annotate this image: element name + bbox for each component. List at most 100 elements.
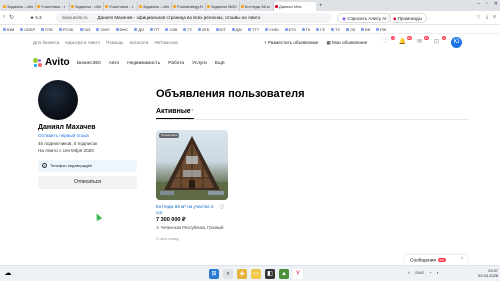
bookmark-item[interactable]: ЛЗ bbox=[346, 25, 355, 33]
menu-icon[interactable]: ≡ bbox=[493, 14, 496, 20]
profile-name: Даниял Махачев bbox=[38, 124, 96, 131]
nav-more[interactable]: Ещё bbox=[215, 61, 225, 66]
avito-top-line: Для бизнеса Карьера в Авито Помощь Катал… bbox=[0, 36, 500, 50]
cart-icon[interactable]: ⊡ 4 bbox=[432, 36, 446, 47]
minimize-icon[interactable]: – bbox=[477, 1, 480, 7]
bookmark-item[interactable]: ГУ bbox=[183, 25, 192, 33]
bookmark-icon[interactable]: ☆ bbox=[476, 14, 480, 20]
unsubscribe-button[interactable]: Отписаться bbox=[38, 176, 137, 189]
bookmark-item[interactable]: ГЕ bbox=[316, 25, 325, 33]
volume-icon[interactable]: ◖ bbox=[436, 270, 438, 275]
page-title: Объявления пользователя bbox=[156, 88, 305, 100]
top-link-business[interactable]: Для бизнеса bbox=[33, 40, 59, 45]
bookmark-item[interactable]: УНЮ bbox=[265, 25, 278, 33]
browser-tab[interactable]: Fotostrategy.R bbox=[172, 2, 206, 11]
avito-logo[interactable]: Avito bbox=[33, 57, 70, 68]
nav-jobs[interactable]: Работа bbox=[168, 61, 184, 66]
new-tab-button[interactable]: + bbox=[316, 2, 326, 11]
nav-realty[interactable]: Недвижимость bbox=[127, 61, 160, 66]
bookmark-item[interactable]: ТУ bbox=[331, 25, 340, 33]
system-tray: ˄ ENG ◔ ◖ bbox=[408, 270, 439, 275]
top-link-catalogs[interactable]: Каталоги bbox=[129, 40, 148, 45]
address-bar[interactable]: www.avito.ru Даниял Махачев - официальная… bbox=[56, 13, 331, 23]
wifi-icon[interactable]: ◔ bbox=[429, 270, 431, 275]
bookmark-item[interactable]: ЮТ bbox=[216, 25, 226, 33]
bookmark-item[interactable]: ТТТ bbox=[248, 25, 259, 33]
file-explorer-icon[interactable]: ▭ bbox=[251, 269, 261, 279]
bookmark-item[interactable]: ГПБ bbox=[41, 25, 53, 33]
bookmark-item[interactable]: ПТ bbox=[150, 25, 159, 33]
bookmark-item[interactable]: ДМ bbox=[232, 25, 242, 33]
listing-photo[interactable]: Промоушен bbox=[156, 130, 228, 200]
phone-verified-badge: ✓ Телефон подтверждён bbox=[38, 160, 137, 172]
app-icon[interactable]: ◧ bbox=[265, 269, 275, 279]
widgets-icon[interactable]: ◈ bbox=[237, 269, 247, 279]
favicon-icon bbox=[71, 5, 74, 8]
maximize-icon[interactable]: ▫ bbox=[486, 1, 488, 7]
ask-alice-button[interactable]: ◉ Спросить Алису AI bbox=[337, 13, 392, 23]
subscribers-count[interactable]: 46 подписчиков, 0 подписок bbox=[38, 141, 97, 146]
nav-services[interactable]: Услуги bbox=[192, 61, 207, 66]
listing-title[interactable]: Коттедж 56 м² на участке 2 сот. bbox=[156, 204, 216, 216]
messages-icon[interactable]: ✉ 15 bbox=[415, 36, 429, 47]
download-icon[interactable]: ⤓ bbox=[486, 14, 488, 20]
chevron-up-icon[interactable]: ⌃ bbox=[460, 255, 464, 265]
post-ad-link[interactable]: + Разместить объявление bbox=[264, 40, 318, 46]
my-ads-link[interactable]: ▦ Мои объявления bbox=[326, 40, 367, 46]
notifications-icon[interactable]: 🔔 16 bbox=[398, 36, 412, 47]
close-icon[interactable]: ✕ bbox=[494, 1, 498, 7]
count-badge: 4 bbox=[391, 36, 395, 40]
bookmark-item[interactable]: СБЕР bbox=[20, 25, 35, 33]
messages-count-badge: 99+ bbox=[438, 258, 447, 262]
tab-active-listings[interactable]: Активные1 bbox=[156, 108, 194, 115]
yandex-browser-icon[interactable]: Y bbox=[293, 269, 303, 279]
nav-auto[interactable]: Авто bbox=[109, 61, 119, 66]
site-rating[interactable]: ★ 4.3 bbox=[30, 15, 42, 21]
top-link-help[interactable]: Помощь bbox=[106, 40, 123, 45]
leave-review-link[interactable]: Оставить первый отзыв bbox=[38, 133, 89, 138]
bookmark-item[interactable]: ГК bbox=[302, 25, 311, 33]
search-icon[interactable]: ⌕ bbox=[223, 269, 233, 279]
browser-tab-active[interactable]: Даниял Мах bbox=[274, 2, 316, 11]
promocodes-button[interactable]: ◆ Промокоды bbox=[388, 13, 427, 23]
weather-icon[interactable]: ☁ bbox=[2, 268, 14, 280]
bookmark-item[interactable]: ФНС bbox=[116, 25, 129, 33]
browser-tab[interactable]: Участники - т bbox=[104, 2, 138, 11]
bookmark-item[interactable]: РЖ bbox=[376, 25, 386, 33]
browser-tab[interactable]: Задания - обл bbox=[138, 2, 172, 11]
clock[interactable]: 23:07 03.03.2026 bbox=[478, 268, 498, 278]
user-avatar[interactable]: Ю bbox=[451, 37, 462, 48]
browser-tab[interactable]: Коттедж 56 м bbox=[240, 2, 274, 11]
language-indicator[interactable]: ENG bbox=[415, 270, 424, 275]
browser-tab[interactable]: Участники - т bbox=[36, 2, 70, 11]
nav-business360[interactable]: Бизнес360 bbox=[77, 61, 101, 66]
member-since: На Авито с сентября 2020 bbox=[38, 148, 94, 153]
tray-chevron-icon[interactable]: ˄ bbox=[408, 270, 410, 275]
bookmark-item[interactable]: ГАЗ bbox=[80, 25, 91, 33]
favicon-icon bbox=[105, 5, 108, 8]
browser-tab[interactable]: Задания - обл bbox=[2, 2, 36, 11]
browser-tab[interactable]: Задания №20 bbox=[206, 2, 240, 11]
messages-widget[interactable]: Сообщения 99+ ⌃ bbox=[405, 255, 467, 265]
browser-tab[interactable]: Задания - обл bbox=[70, 2, 104, 11]
alice-icon: ◉ bbox=[342, 16, 346, 21]
bookmark-item[interactable]: ЮМ bbox=[3, 25, 14, 33]
bookmark-item[interactable]: СМП bbox=[96, 25, 109, 33]
bookmark-item[interactable]: ОЗК bbox=[165, 25, 177, 33]
bookmark-item[interactable]: КТЗ bbox=[285, 25, 296, 33]
bookmark-item[interactable]: АТБ bbox=[198, 25, 209, 33]
start-icon[interactable]: ⊞ bbox=[209, 269, 219, 279]
bookmark-item[interactable]: РСХБ bbox=[59, 25, 74, 33]
reload-icon[interactable]: ↻ bbox=[9, 14, 14, 21]
bookmark-item[interactable]: КВ bbox=[361, 25, 370, 33]
top-link-ihelp[interactable]: #яПомогаю bbox=[154, 40, 178, 45]
top-link-career[interactable]: Карьера в Авито bbox=[65, 40, 100, 45]
favorites-icon[interactable]: ♡ 4 bbox=[381, 36, 395, 47]
tab-count: 1 bbox=[191, 108, 194, 112]
location-pin-icon: ⊙ bbox=[156, 225, 160, 230]
top-actions: + Разместить объявление ▦ Мои объявления bbox=[264, 40, 367, 46]
bookmark-item[interactable]: ДО bbox=[134, 25, 144, 33]
back-icon[interactable]: ‹ bbox=[3, 14, 5, 21]
favorite-heart-icon[interactable]: ♡ bbox=[219, 204, 224, 211]
app-icon[interactable]: ▲ bbox=[279, 269, 289, 279]
